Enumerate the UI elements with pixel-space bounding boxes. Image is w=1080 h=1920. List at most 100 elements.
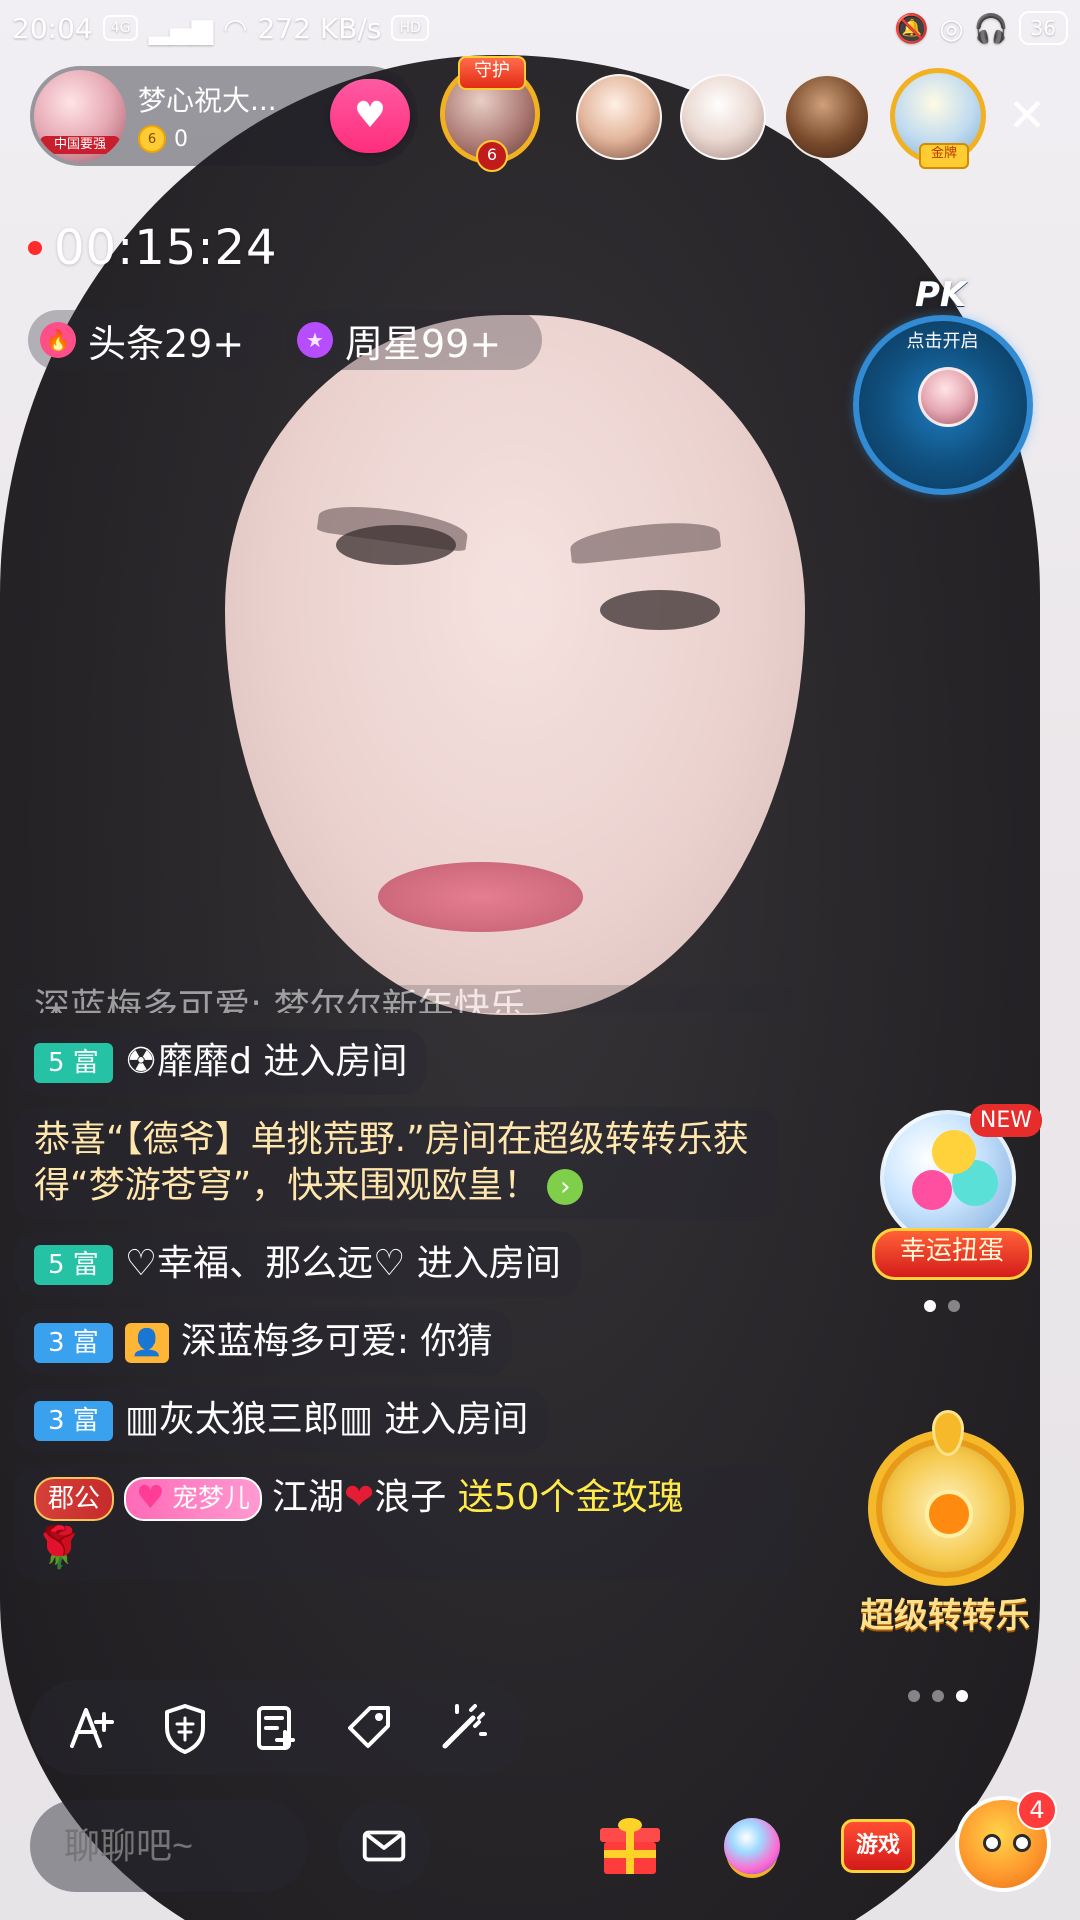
gift-ribbon-h	[604, 1850, 656, 1858]
host-coins: 0	[174, 126, 188, 152]
guard-shield-svg	[164, 1703, 205, 1754]
crystal-ball-icon	[724, 1818, 780, 1874]
chat-cutoff-text: 深蓝梅多可爱: 梦尔尔新年快乐	[34, 987, 526, 1013]
heart-wings-icon: ♥	[353, 95, 387, 136]
chat-nick[interactable]: ☢靡靡d	[125, 1041, 252, 1082]
game-icon: 游戏	[841, 1819, 915, 1873]
wifi-icon: ◠	[223, 11, 248, 45]
chat-action: 你猜	[408, 1321, 493, 1362]
host-name: 梦心祝大...	[138, 84, 277, 117]
wealth-badge: 5 富	[34, 1245, 113, 1285]
follow-button[interactable]: ♥	[330, 79, 410, 153]
flame-icon: 🔥	[40, 322, 76, 358]
system-announcement: 恭喜“【德爷】单挑荒野.”房间在超级转转乐获得“梦游苍穹”，快来围观欧皇！	[34, 1119, 749, 1206]
game-button[interactable]: 游戏	[832, 1800, 924, 1892]
pet-button[interactable]: 4	[955, 1790, 1057, 1892]
chat-system-message[interactable]: 恭喜“【德爷】单挑荒野.”房间在超级转转乐获得“梦游苍穹”，快来围观欧皇！ ›	[14, 1107, 779, 1219]
magic-wand-svg	[442, 1703, 487, 1748]
gift-box-icon	[600, 1818, 660, 1874]
pk-logo: PK	[915, 275, 967, 315]
live-timer-row: 00:15:24	[28, 220, 278, 276]
close-icon[interactable]: ✕	[1002, 90, 1052, 140]
pk-widget[interactable]: PK 点击开启	[845, 275, 1040, 500]
chat-nick[interactable]: 深蓝梅多可爱:	[181, 1321, 409, 1362]
chat-gift-message[interactable]: 郡公宠梦儿江湖❤浪子 送50个金玫瑰 🌹	[14, 1465, 794, 1581]
pk-label: 点击开启	[906, 331, 979, 352]
host-capsule[interactable]: 中国要强 梦心祝大... 6 0 ♥	[30, 66, 418, 166]
status-time: 20:04	[12, 11, 93, 45]
gacha-ball-pink	[912, 1170, 952, 1210]
guard-shield-icon[interactable]	[154, 1697, 216, 1759]
signal-icon: ▂▄▆	[148, 11, 214, 45]
pet-badge: 宠梦儿	[124, 1477, 263, 1521]
gold-rose-icon: 🌹	[34, 1525, 84, 1571]
rank-chip-zhouxing[interactable]: ★ 周星99+	[285, 310, 542, 370]
pager-dot-active	[924, 1300, 936, 1312]
chat-message[interactable]: 3 富 👤 深蓝梅多可爱: 你猜	[14, 1309, 513, 1375]
live-timer: 00:15:24	[54, 220, 278, 276]
rank-toutiao-label: 头条29+	[88, 321, 245, 366]
viewer-avatar-3[interactable]	[784, 74, 870, 160]
message-button[interactable]	[338, 1800, 430, 1892]
font-size-icon[interactable]	[61, 1697, 123, 1759]
guardian-avatar[interactable]: 守护 6	[440, 56, 540, 172]
pet-notification-badge: 4	[1017, 1790, 1057, 1830]
document-edit-icon[interactable]	[246, 1697, 308, 1759]
chat-list[interactable]: 深蓝梅多可爱: 梦尔尔新年快乐 5 富 ☢靡靡d 进入房间 恭喜“【德爷】单挑荒野…	[14, 985, 794, 1593]
gift-nick-post[interactable]: 浪子	[374, 1477, 446, 1518]
host-avatar[interactable]: 中国要强	[34, 70, 126, 162]
network-type: 4G	[102, 15, 139, 41]
chat-message[interactable]: 5 富 ☢靡靡d 进入房间	[14, 1029, 428, 1095]
vpn-icon: ◎	[939, 11, 964, 45]
chat-nick[interactable]: ▥灰太狼三郎▥	[125, 1399, 373, 1440]
pager-dot	[908, 1690, 920, 1702]
heart-icon: ❤	[344, 1477, 375, 1518]
status-right: 🔕 ◎ 🎧 36	[894, 11, 1068, 45]
chat-action: 进入房间	[251, 1041, 408, 1082]
lucky-egg-pager	[924, 1300, 960, 1312]
rank-chip-toutiao[interactable]: 🔥 头条29+	[28, 310, 282, 370]
new-badge: NEW	[969, 1104, 1042, 1137]
user-icon: 👤	[124, 1323, 169, 1363]
pet-eye-left	[983, 1834, 1001, 1852]
wheel-center	[925, 1490, 973, 1538]
lucky-egg-label: 幸运扭蛋	[872, 1228, 1032, 1280]
video-eye-right	[600, 590, 720, 630]
host-stats: 6 0	[138, 125, 298, 153]
guardian-tag: 守护	[458, 56, 526, 90]
pk-avatar	[918, 367, 978, 427]
guardian-number: 6	[476, 140, 508, 172]
mail-icon	[362, 1830, 406, 1862]
lucky-egg-widget[interactable]: NEW 幸运扭蛋	[872, 1100, 1042, 1290]
tag-icon[interactable]	[339, 1697, 401, 1759]
hd-badge: HD	[391, 15, 429, 41]
mute-icon: 🔕	[894, 11, 930, 45]
star-icon: ★	[297, 322, 333, 358]
chevron-right-icon[interactable]: ›	[547, 1169, 584, 1205]
status-bar: 20:04 4G ▂▄▆ ◠ 272 KB/s HD 🔕 ◎ 🎧 36	[0, 0, 1080, 56]
chat-nick[interactable]: ♡幸福、那么远♡	[125, 1243, 406, 1284]
gift-bow	[618, 1818, 642, 1832]
crystal-ball-button[interactable]	[706, 1800, 798, 1892]
host-info: 梦心祝大... 6 0	[138, 79, 298, 153]
gift-button[interactable]	[584, 1800, 676, 1892]
battery-indicator: 36	[1018, 11, 1068, 45]
magic-wand-icon[interactable]	[432, 1697, 494, 1759]
status-left: 20:04 4G ▂▄▆ ◠ 272 KB/s HD	[12, 12, 429, 45]
gift-nick-pre[interactable]: 江湖	[272, 1477, 344, 1518]
pager-dot-active	[956, 1690, 968, 1702]
noble-title-badge: 郡公	[34, 1477, 115, 1521]
rank-zhouxing-label: 周星99+	[345, 321, 502, 366]
chat-input[interactable]	[30, 1800, 308, 1892]
chat-message[interactable]: 3 富 ▥灰太狼三郎▥ 进入房间	[14, 1387, 549, 1453]
chat-message[interactable]: 5 富 ♡幸福、那么远♡ 进入房间	[14, 1231, 581, 1297]
pager-dot	[932, 1690, 944, 1702]
spin-wheel-widget[interactable]: 超级转转乐	[850, 1410, 1040, 1640]
tool-capsule	[30, 1680, 525, 1775]
viewer-avatar-2[interactable]	[680, 74, 766, 160]
viewer-avatar-1[interactable]	[576, 74, 662, 160]
font-size-svg	[70, 1707, 115, 1748]
network-speed: 272 KB/s	[257, 11, 382, 45]
viewer-avatar-4[interactable]: 金牌	[890, 68, 986, 169]
spin-wheel-pager	[908, 1690, 968, 1702]
